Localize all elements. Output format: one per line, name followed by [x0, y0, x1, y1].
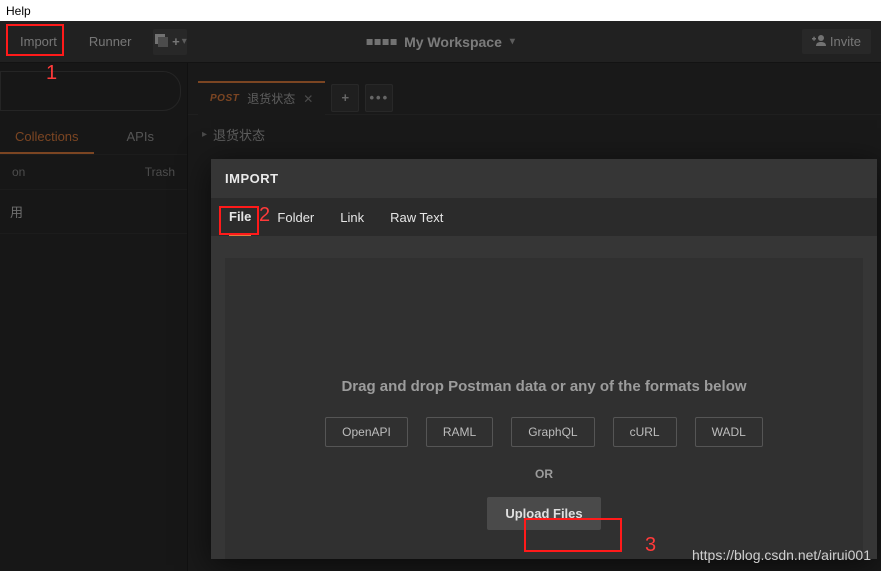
new-tab-button[interactable]: +: [331, 84, 359, 112]
sidebar-trash-link[interactable]: Trash: [145, 165, 175, 179]
person-add-icon: [812, 34, 826, 49]
sidebar: Collections APIs on Trash 用: [0, 63, 188, 571]
import-button[interactable]: Import: [10, 29, 67, 54]
plus-icon: +: [342, 90, 350, 105]
format-wadl: WADL: [695, 417, 763, 447]
sidebar-tab-collections[interactable]: Collections: [0, 119, 94, 154]
new-dropdown-button[interactable]: + ▾: [153, 29, 187, 55]
sidebar-search[interactable]: [0, 71, 181, 111]
triangle-right-icon: ▸: [202, 129, 207, 140]
tab-title: 退货状态: [247, 90, 295, 107]
dialog-title: IMPORT: [211, 159, 877, 198]
breadcrumb-text: 退货状态: [213, 125, 265, 144]
import-tabs: File Folder Link Raw Text: [211, 198, 877, 236]
sidebar-tab-apis[interactable]: APIs: [94, 119, 188, 154]
chevron-down-icon: ▾: [510, 36, 515, 47]
format-graphql: GraphQL: [511, 417, 594, 447]
import-tab-link[interactable]: Link: [340, 198, 364, 236]
tab-options-button[interactable]: •••: [365, 84, 393, 112]
invite-button[interactable]: Invite: [802, 29, 871, 54]
plus-icon: +: [172, 34, 180, 49]
workspace-switcher[interactable]: My Workspace ▾: [366, 34, 515, 50]
close-icon[interactable]: ✕: [303, 92, 313, 106]
request-tabbar: POST 退货状态 ✕ + •••: [188, 81, 881, 115]
sidebar-tabs: Collections APIs: [0, 119, 187, 155]
format-openapi: OpenAPI: [325, 417, 408, 447]
import-dialog: IMPORT File Folder Link Raw Text Drag an…: [211, 159, 877, 559]
sidebar-collection-item[interactable]: 用: [0, 190, 187, 234]
format-row: OpenAPI RAML GraphQL cURL WADL: [325, 417, 763, 447]
breadcrumb: ▸ 退货状态: [188, 115, 881, 154]
sidebar-subheader: on Trash: [0, 155, 187, 190]
workspace-label: My Workspace: [404, 34, 502, 50]
dropzone[interactable]: Drag and drop Postman data or any of the…: [225, 258, 863, 559]
grid-icon: [366, 39, 396, 45]
upload-files-button[interactable]: Upload Files: [487, 497, 600, 530]
sidebar-subheader-left: on: [12, 165, 25, 179]
invite-label: Invite: [830, 34, 861, 49]
format-raml: RAML: [426, 417, 493, 447]
or-text: OR: [535, 467, 553, 481]
new-icon: [154, 33, 170, 50]
dots-icon: •••: [369, 90, 389, 105]
chevron-down-icon: ▾: [182, 36, 187, 47]
format-curl: cURL: [613, 417, 677, 447]
toolbar: Import Runner + ▾ My Workspace ▾ Invite: [0, 21, 881, 63]
import-tab-folder[interactable]: Folder: [277, 198, 314, 236]
import-tab-file[interactable]: File: [229, 198, 251, 236]
runner-button[interactable]: Runner: [79, 29, 142, 54]
dropzone-text: Drag and drop Postman data or any of the…: [341, 378, 746, 395]
method-badge: POST: [210, 93, 239, 104]
import-tab-raw[interactable]: Raw Text: [390, 198, 443, 236]
request-tab[interactable]: POST 退货状态 ✕: [198, 81, 325, 115]
menu-help[interactable]: Help: [6, 4, 31, 18]
menubar: Help: [0, 0, 881, 21]
